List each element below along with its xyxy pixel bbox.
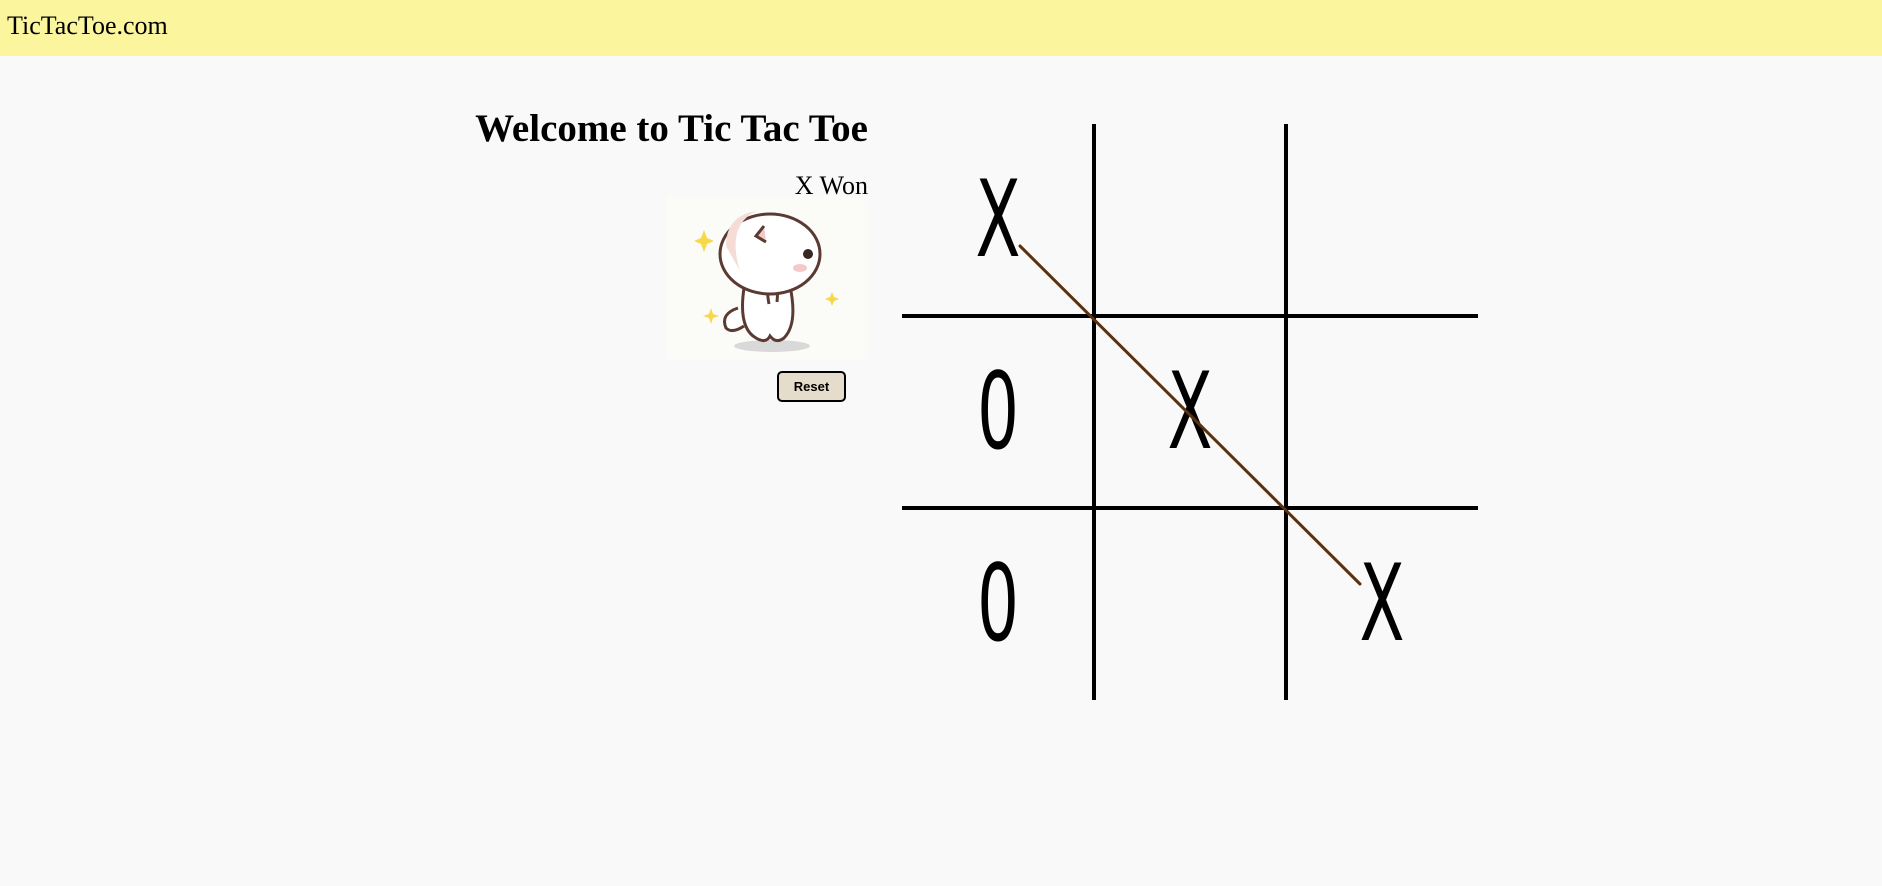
site-name: TicTacToe.com (7, 11, 168, 40)
cell-r1-c3[interactable] (1322, 124, 1441, 316)
top-bar: TicTacToe.com (0, 0, 1882, 56)
cell-r1-c2[interactable] (1130, 124, 1249, 316)
grid-line-vertical-1 (1092, 124, 1096, 700)
game-info-panel: Welcome to Tic Tac Toe X Won Reset (448, 102, 868, 402)
page-title: Welcome to Tic Tac Toe (475, 107, 868, 150)
cell-r2-c3[interactable] (1322, 316, 1441, 508)
cell-r3-c2[interactable] (1130, 508, 1249, 700)
reset-button[interactable]: Reset (777, 371, 846, 402)
cell-r2-c1[interactable]: 0 (938, 316, 1057, 508)
cell-r3-c3[interactable]: X (1322, 508, 1441, 700)
cell-r3-c1[interactable]: 0 (938, 508, 1057, 700)
game-board: X 0 X 0 X (902, 124, 1478, 700)
celebrating-cat-image (666, 196, 868, 360)
cell-r1-c1[interactable]: X (938, 124, 1057, 316)
cell-r2-c2[interactable]: X (1130, 316, 1249, 508)
grid-line-vertical-2 (1284, 124, 1288, 700)
